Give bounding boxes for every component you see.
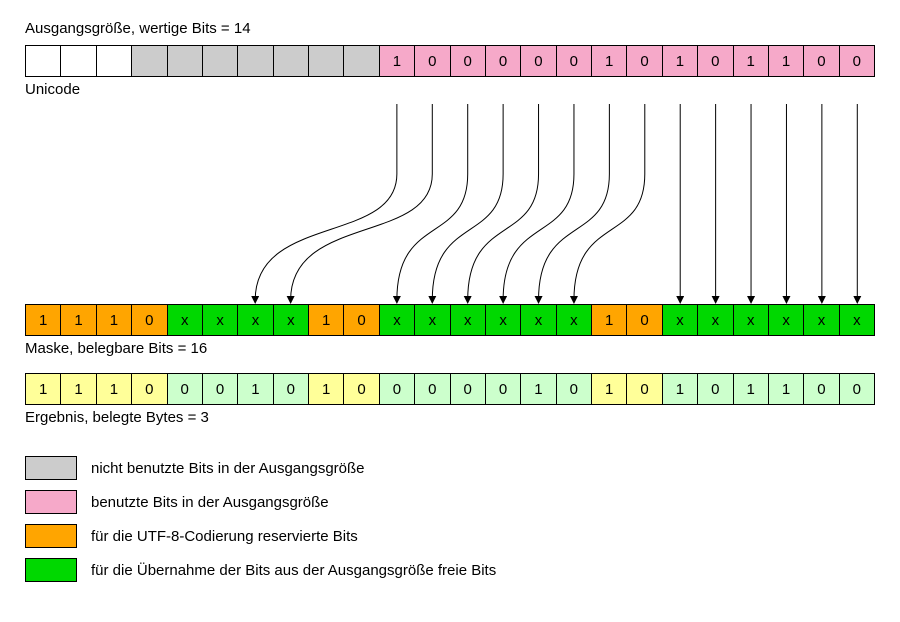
unicode-bit-21: 1 — [768, 45, 804, 77]
legend-item-2: für die UTF-8-Codierung reservierte Bits — [25, 524, 875, 548]
legend-item-1: benutzte Bits in der Ausgangsgröße — [25, 490, 875, 514]
unicode-bit-22: 0 — [803, 45, 839, 77]
result-bit-21: 1 — [768, 373, 804, 405]
unicode-bit-3 — [131, 45, 167, 77]
legend-swatch-2 — [25, 524, 77, 548]
legend-label-0: nicht benutzte Bits in der Ausgangsgröße — [91, 460, 365, 477]
title: Ausgangsgröße, wertige Bits = 14 — [25, 20, 875, 37]
mask-bit-0: 1 — [25, 304, 61, 336]
mask-bit-9: 0 — [343, 304, 379, 336]
mask-label: Maske, belegbare Bits = 16 — [25, 340, 875, 357]
mask-bit-14: x — [520, 304, 556, 336]
result-bit-11: 0 — [414, 373, 450, 405]
unicode-bit-13: 0 — [485, 45, 521, 77]
mask-row: 1110xxxx10xxxxxx10xxxxxx — [25, 304, 875, 336]
legend-swatch-1 — [25, 490, 77, 514]
unicode-bit-17: 0 — [626, 45, 662, 77]
result-bit-18: 1 — [662, 373, 698, 405]
mask-bit-17: 0 — [626, 304, 662, 336]
unicode-bit-20: 1 — [733, 45, 769, 77]
legend-label-1: benutzte Bits in der Ausgangsgröße — [91, 494, 329, 511]
unicode-row: 10000010101100 — [25, 45, 875, 77]
legend-swatch-3 — [25, 558, 77, 582]
unicode-bit-11: 0 — [414, 45, 450, 77]
arrow-area — [25, 104, 875, 304]
result-row: 111000101000001010101100 — [25, 373, 875, 405]
result-bit-16: 1 — [591, 373, 627, 405]
result-bit-4: 0 — [167, 373, 203, 405]
mask-bit-1: 1 — [60, 304, 96, 336]
unicode-bit-16: 1 — [591, 45, 627, 77]
unicode-bit-18: 1 — [662, 45, 698, 77]
result-bit-13: 0 — [485, 373, 521, 405]
unicode-bit-9 — [343, 45, 379, 77]
unicode-bit-15: 0 — [556, 45, 592, 77]
unicode-bit-7 — [273, 45, 309, 77]
mask-bit-5: x — [202, 304, 238, 336]
mask-bit-7: x — [273, 304, 309, 336]
result-bit-9: 0 — [343, 373, 379, 405]
unicode-bit-14: 0 — [520, 45, 556, 77]
unicode-bit-2 — [96, 45, 132, 77]
unicode-bit-1 — [60, 45, 96, 77]
unicode-bit-12: 0 — [450, 45, 486, 77]
unicode-bit-10: 1 — [379, 45, 415, 77]
legend-item-0: nicht benutzte Bits in der Ausgangsgröße — [25, 456, 875, 480]
arrow-11-7 — [291, 104, 433, 300]
mask-bit-3: 0 — [131, 304, 167, 336]
unicode-bit-23: 0 — [839, 45, 875, 77]
unicode-bit-0 — [25, 45, 61, 77]
mask-bit-11: x — [414, 304, 450, 336]
unicode-label: Unicode — [25, 81, 875, 98]
mask-bit-6: x — [237, 304, 273, 336]
mask-bit-20: x — [733, 304, 769, 336]
unicode-bit-6 — [237, 45, 273, 77]
legend-label-3: für die Übernahme der Bits aus der Ausga… — [91, 562, 496, 579]
mask-bit-2: 1 — [96, 304, 132, 336]
unicode-bit-4 — [167, 45, 203, 77]
result-bit-20: 1 — [733, 373, 769, 405]
unicode-bit-8 — [308, 45, 344, 77]
mask-bit-8: 1 — [308, 304, 344, 336]
arrow-10-6 — [255, 104, 397, 300]
mask-bit-4: x — [167, 304, 203, 336]
result-bit-23: 0 — [839, 373, 875, 405]
unicode-bit-19: 0 — [697, 45, 733, 77]
mask-bit-16: 1 — [591, 304, 627, 336]
result-bit-12: 0 — [450, 373, 486, 405]
mask-bit-13: x — [485, 304, 521, 336]
result-bit-0: 1 — [25, 373, 61, 405]
result-bit-5: 0 — [202, 373, 238, 405]
legend-item-3: für die Übernahme der Bits aus der Ausga… — [25, 558, 875, 582]
result-bit-8: 1 — [308, 373, 344, 405]
legend-label-2: für die UTF-8-Codierung reservierte Bits — [91, 528, 358, 545]
result-label: Ergebnis, belegte Bytes = 3 — [25, 409, 875, 426]
mask-bit-12: x — [450, 304, 486, 336]
result-bit-22: 0 — [803, 373, 839, 405]
mask-bit-21: x — [768, 304, 804, 336]
result-bit-1: 1 — [60, 373, 96, 405]
result-bit-19: 0 — [697, 373, 733, 405]
mask-bit-18: x — [662, 304, 698, 336]
result-bit-10: 0 — [379, 373, 415, 405]
legend-swatch-0 — [25, 456, 77, 480]
unicode-bit-5 — [202, 45, 238, 77]
result-bit-17: 0 — [626, 373, 662, 405]
mask-bit-10: x — [379, 304, 415, 336]
result-bit-6: 1 — [237, 373, 273, 405]
result-bit-14: 1 — [520, 373, 556, 405]
mask-bit-15: x — [556, 304, 592, 336]
result-bit-7: 0 — [273, 373, 309, 405]
mask-bit-19: x — [697, 304, 733, 336]
mask-bit-22: x — [803, 304, 839, 336]
mask-bit-23: x — [839, 304, 875, 336]
legend: nicht benutzte Bits in der Ausgangsgröße… — [25, 456, 875, 582]
result-bit-2: 1 — [96, 373, 132, 405]
result-bit-15: 0 — [556, 373, 592, 405]
result-bit-3: 0 — [131, 373, 167, 405]
